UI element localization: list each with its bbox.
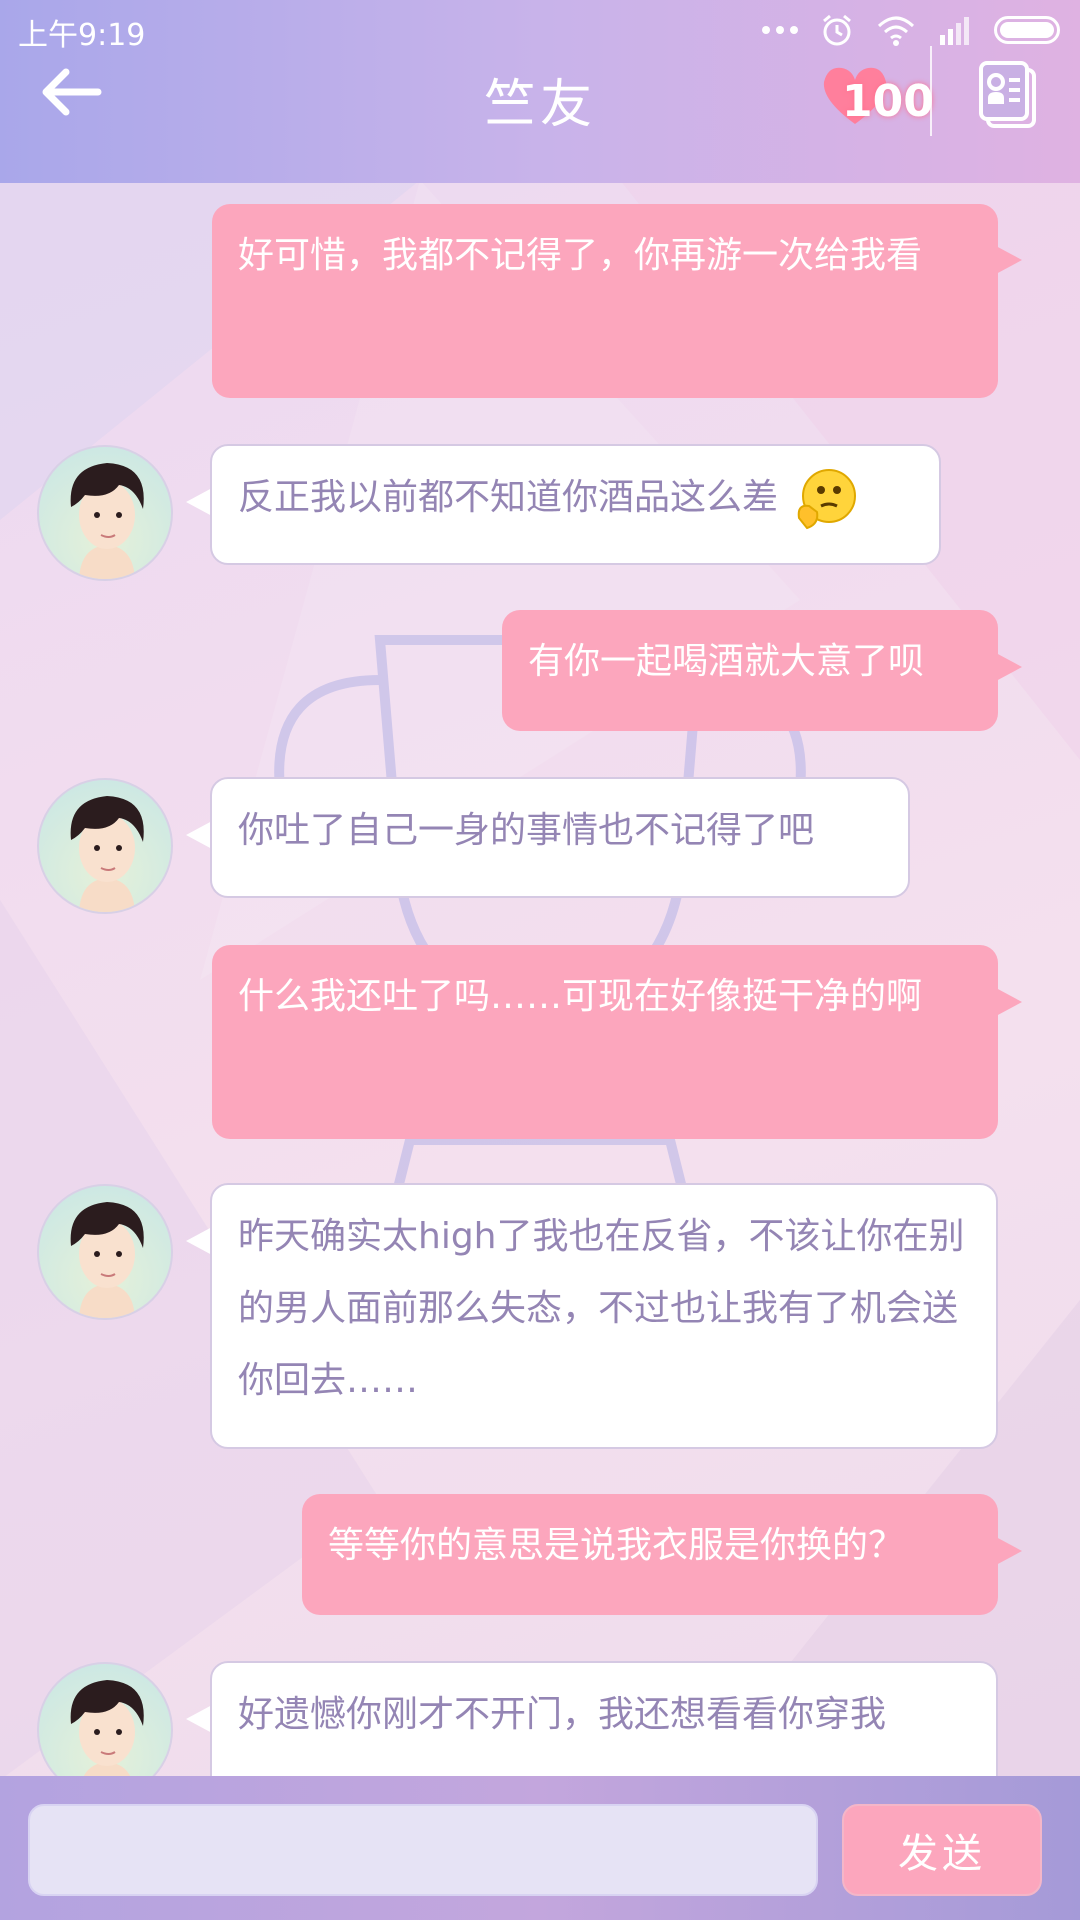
message-input[interactable] [28, 1804, 818, 1896]
bubble-tail [186, 1227, 212, 1255]
bubble-tail [186, 821, 212, 849]
message-bubble[interactable]: 昨天确实太high了我也在反省，不该让你在别的男人面前那么失态，不过也让我有了机… [210, 1183, 998, 1449]
thinking-emoji-icon [798, 469, 857, 530]
signal-icon [940, 17, 969, 45]
message-text: 昨天确实太high了我也在反省，不该让你在别的男人面前那么失态，不过也让我有了机… [238, 1216, 965, 1401]
header-bar: 上午9:19 竺友 100 [0, 0, 1080, 183]
wifi-icon [877, 16, 915, 46]
battery-icon [994, 16, 1060, 44]
avatar[interactable] [37, 778, 173, 914]
bubble-tail [996, 653, 1022, 681]
more-dots-icon [762, 26, 798, 34]
avatar-image [70, 1680, 144, 1776]
bubble-tail [996, 1537, 1022, 1565]
bubble-tail [996, 988, 1022, 1016]
message-text: 反正我以前都不知道你酒品这么差 [238, 477, 779, 518]
message-text: 好遗憾你刚才不开门，我还想看看你穿我 [238, 1694, 887, 1735]
alarm-icon [823, 14, 851, 46]
message-text: 你吐了自己一身的事情也不记得了吧 [238, 810, 815, 851]
avatar-image [70, 1202, 144, 1318]
bubble-tail [186, 1705, 212, 1733]
avatar[interactable] [37, 445, 173, 581]
affection-badge[interactable]: 100 [820, 64, 934, 134]
avatar[interactable] [37, 1184, 173, 1320]
message-bubble[interactable]: 反正我以前都不知道你酒品这么差 [210, 444, 941, 565]
status-time: 上午9:19 [18, 18, 146, 53]
header-divider [930, 46, 932, 136]
bubble-tail [186, 488, 212, 516]
avatar[interactable] [37, 1662, 173, 1776]
message-text: 等等你的意思是说我衣服是你换的？ [328, 1525, 905, 1566]
avatar-image [70, 463, 144, 579]
message-bubble[interactable]: 好遗憾你刚才不开门，我还想看看你穿我 [210, 1661, 998, 1776]
message-bubble[interactable]: 等等你的意思是说我衣服是你换的？ [302, 1494, 998, 1615]
input-bar: 发送 [0, 1776, 1080, 1920]
message-bubble[interactable]: 什么我还吐了吗……可现在好像挺干净的啊 [212, 945, 998, 1139]
avatar-image [70, 796, 144, 912]
message-text: 好可惜，我都不记得了，你再游一次给我看 [238, 235, 923, 276]
message-bubble[interactable]: 有你一起喝酒就大意了呗 [502, 610, 998, 731]
status-icons [762, 10, 1060, 50]
message-text: 有你一起喝酒就大意了呗 [528, 641, 925, 682]
send-button[interactable]: 发送 [842, 1804, 1042, 1896]
message-bubble[interactable]: 好可惜，我都不记得了，你再游一次给我看 [212, 204, 998, 398]
affection-value: 100 [842, 76, 934, 127]
bubble-tail [996, 246, 1022, 274]
contact-card-icon[interactable] [978, 60, 1038, 128]
message-text: 什么我还吐了吗……可现在好像挺干净的啊 [238, 976, 923, 1017]
chat-list[interactable]: 好可惜，我都不记得了，你再游一次给我看 反正我以前都不知道你酒品这么差 有你一起… [0, 183, 1080, 1776]
message-bubble[interactable]: 你吐了自己一身的事情也不记得了吧 [210, 777, 910, 898]
